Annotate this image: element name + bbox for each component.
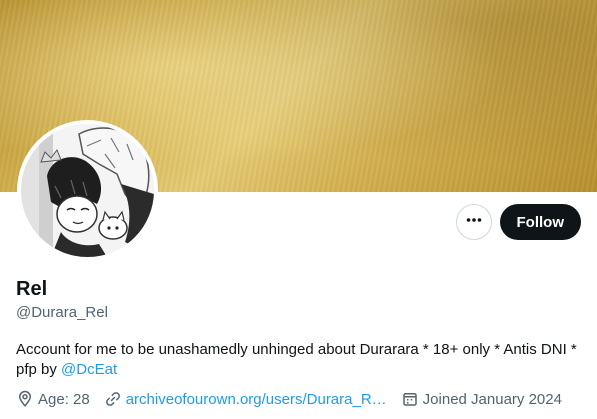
avatar-frame: [17, 120, 158, 261]
meta-website: archiveofourown.org/users/Durara_R…: [104, 390, 387, 408]
profile-meta: Age: 28 archiveofourown.org/users/Durara…: [16, 390, 576, 408]
location-pin-icon: [18, 390, 32, 407]
joined-text: Joined January 2024: [422, 390, 562, 408]
avatar-illustration: [21, 124, 154, 257]
avatar[interactable]: [21, 124, 154, 257]
profile-actions: Follow: [455, 204, 581, 240]
profile-name: Rel: [16, 278, 48, 300]
meta-location: Age: 28: [16, 390, 90, 408]
link-icon: [105, 392, 120, 406]
profile-bio: Account for me to be unashamedly unhinge…: [16, 340, 586, 380]
meta-joined: Joined January 2024: [401, 390, 562, 408]
follow-button[interactable]: Follow: [499, 204, 581, 240]
more-button[interactable]: [455, 204, 492, 240]
calendar-icon: [402, 393, 417, 406]
profile-handle: @Durara_Rel: [16, 304, 108, 321]
bio-mention-link[interactable]: @DcEat: [61, 361, 117, 378]
website-link[interactable]: archiveofourown.org/users/Durara_R…: [126, 391, 387, 408]
location-text: Age: 28: [38, 390, 90, 408]
more-dots-icon: [465, 211, 483, 234]
